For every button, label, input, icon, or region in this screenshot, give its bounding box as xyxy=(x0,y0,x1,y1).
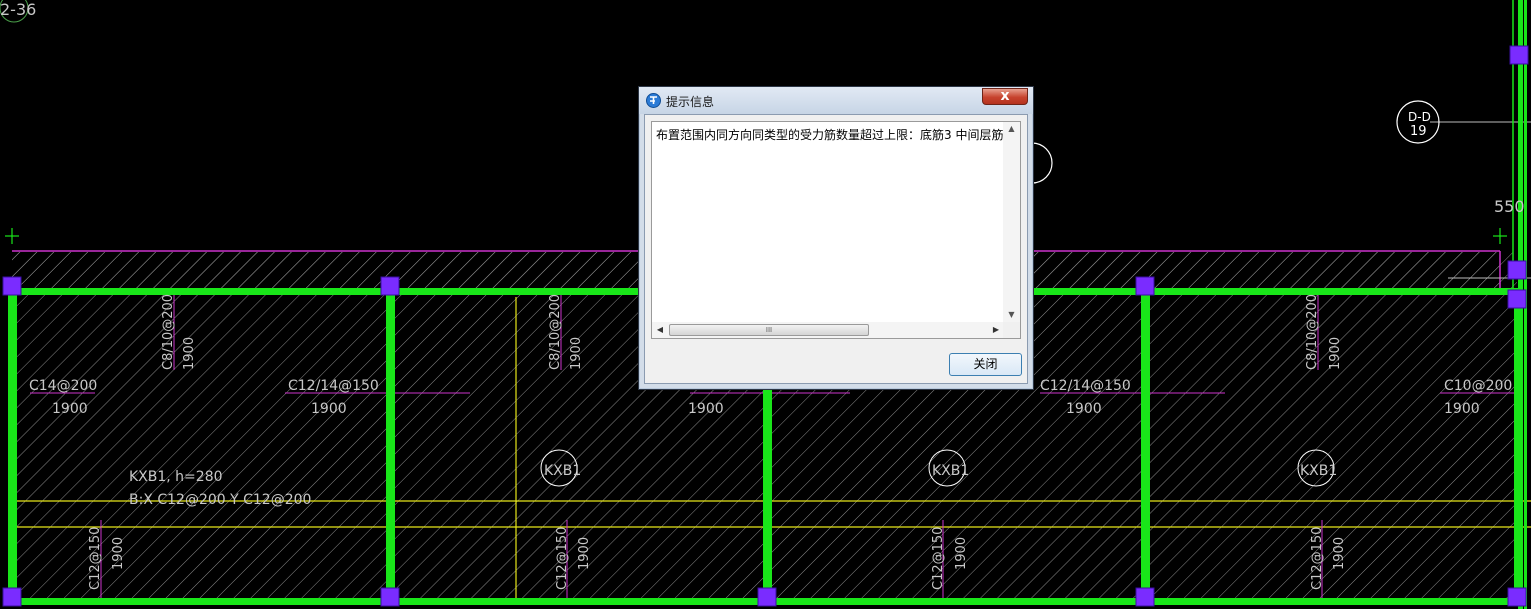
rebar-length-label: 1900 xyxy=(1444,401,1480,417)
rebar-length-label: 1900 xyxy=(688,401,724,417)
rebar-label: C12@150 xyxy=(88,527,103,590)
dialog-title: 提示信息 xyxy=(666,95,715,109)
scroll-left-icon[interactable]: ◀ xyxy=(652,322,668,338)
dialog-body: 布置范围内同方向同类型的受力筋数量超过上限：底筋3 中间层筋 ▲ ▼ ◀ III… xyxy=(644,114,1028,384)
horizontal-scroll-thumb[interactable]: III xyxy=(669,324,869,336)
dimension-label: 550 xyxy=(1494,197,1525,216)
column-marker xyxy=(380,276,400,296)
rebar-length-label: 1900 xyxy=(52,401,88,417)
rebar-label: C10@200 xyxy=(1444,378,1512,394)
close-button[interactable]: 关闭 xyxy=(949,353,1022,376)
column-marker xyxy=(380,587,400,607)
dialog-titlebar[interactable]: 提示信息 x xyxy=(639,87,1033,114)
scroll-right-icon[interactable]: ▶ xyxy=(988,322,1004,338)
column-marker xyxy=(1135,587,1155,607)
rebar-label: C12@150 xyxy=(1310,527,1325,590)
rebar-label: C12/14@150 xyxy=(1040,378,1131,394)
rebar-label: C14@200 xyxy=(29,378,97,394)
app-logo-icon xyxy=(646,93,661,108)
rebar-length-label: 1900 xyxy=(954,537,969,570)
corner-label: 2-36 xyxy=(0,0,36,19)
horizontal-scrollbar[interactable]: ◀ III ▶ xyxy=(652,322,1004,338)
slab-tag-label: KXB1 xyxy=(544,463,581,479)
rebar-length-label: 1900 xyxy=(1332,537,1347,570)
rebar-label: C12@150 xyxy=(555,527,570,590)
scrollbar-corner xyxy=(1003,322,1020,338)
slab-tag-label: KXB1 xyxy=(932,463,969,479)
beam-vertical xyxy=(8,288,17,605)
column-marker xyxy=(1507,289,1527,309)
column-marker xyxy=(1507,587,1527,607)
rebar-label: C12@150 xyxy=(931,527,946,590)
rebar-length-label: 1900 xyxy=(577,537,592,570)
rebar-length-label: 1900 xyxy=(311,401,347,417)
message-text: 布置范围内同方向同类型的受力筋数量超过上限：底筋3 中间层筋 xyxy=(656,128,1004,142)
info-dialog: 提示信息 x 布置范围内同方向同类型的受力筋数量超过上限：底筋3 中间层筋 ▲ … xyxy=(638,86,1034,390)
slab-note-label: B:X C12@200 Y C12@200 xyxy=(129,492,311,508)
axis-bubble-number: 19 xyxy=(1410,124,1427,139)
scroll-up-icon[interactable]: ▲ xyxy=(1003,122,1020,136)
column-marker xyxy=(1135,276,1155,296)
rebar-length-label: 1900 xyxy=(111,537,126,570)
rebar-length-label: 1900 xyxy=(1328,337,1343,370)
rebar-length-label: 1900 xyxy=(569,337,584,370)
slab-tag-label: KXB1 xyxy=(1300,463,1337,479)
slab-note-label: KXB1, h=280 xyxy=(129,469,223,485)
beam-vertical xyxy=(1141,288,1150,605)
message-textbox[interactable]: 布置范围内同方向同类型的受力筋数量超过上限：底筋3 中间层筋 ▲ ▼ ◀ III… xyxy=(651,121,1021,339)
rebar-label: C12/14@150 xyxy=(288,378,379,394)
rebar-label: C8/10@200 xyxy=(548,294,563,370)
column-marker xyxy=(2,276,22,296)
rebar-label: C8/10@200 xyxy=(161,294,176,370)
vertical-scrollbar[interactable]: ▲ ▼ xyxy=(1003,122,1020,322)
rebar-length-label: 1900 xyxy=(182,337,197,370)
scroll-down-icon[interactable]: ▼ xyxy=(1003,308,1020,322)
rebar-length-label: 1900 xyxy=(1066,401,1102,417)
column-marker xyxy=(1507,260,1527,280)
column-marker xyxy=(1509,45,1529,65)
column-marker xyxy=(2,587,22,607)
close-window-button[interactable]: x xyxy=(982,88,1028,105)
column-marker xyxy=(757,587,777,607)
axis-bubble-label: D-D xyxy=(1408,110,1431,124)
beam-vertical xyxy=(386,288,395,605)
rebar-label: C8/10@200 xyxy=(1305,294,1320,370)
